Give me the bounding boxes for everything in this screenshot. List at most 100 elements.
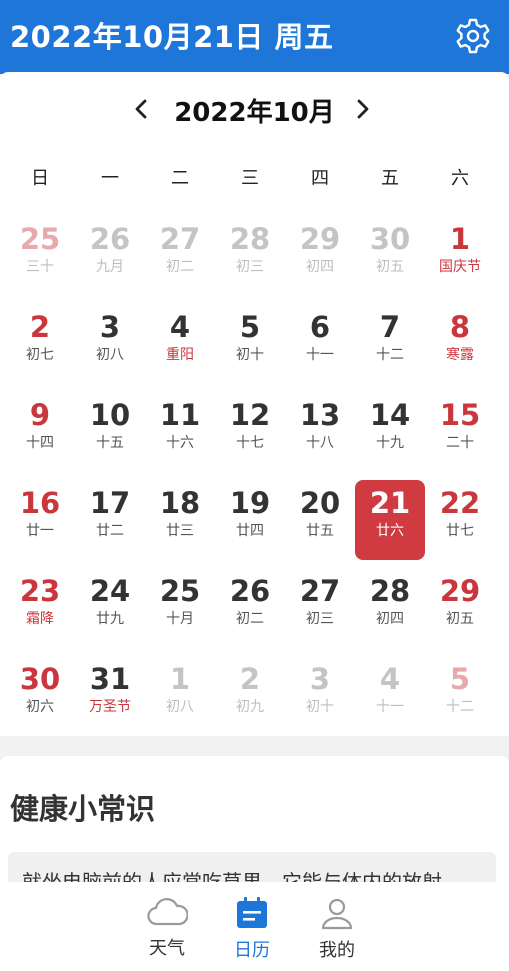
tab-weather[interactable]: 天气: [127, 896, 207, 966]
app-header: 2022年10月21日 周五: [0, 0, 509, 74]
calendar-day[interactable]: 26 初二: [215, 568, 285, 648]
day-number: 26: [229, 574, 271, 608]
calendar-day[interactable]: 5 十二: [425, 656, 495, 736]
day-number: 1: [449, 222, 471, 256]
calendar-day[interactable]: 29 初四: [285, 216, 355, 296]
weekday-header: 日 一 二 三 四 五 六: [0, 164, 509, 194]
calendar-day[interactable]: 2 初七: [5, 304, 75, 384]
calendar-day[interactable]: 24 廿九: [75, 568, 145, 648]
calendar-day[interactable]: 8 寒露: [425, 304, 495, 384]
calendar-day[interactable]: 29 初五: [425, 568, 495, 648]
calendar-icon: [237, 897, 267, 928]
lunar-date: 万圣节: [89, 699, 131, 715]
lunar-date: 重阳: [166, 347, 194, 363]
day-number: 12: [229, 398, 271, 432]
calendar-day[interactable]: 26 九月: [75, 216, 145, 296]
tab-calendar[interactable]: 日历: [212, 896, 292, 966]
day-number: 29: [439, 574, 481, 608]
gear-icon[interactable]: [453, 16, 493, 56]
calendar-day[interactable]: 3 初十: [285, 656, 355, 736]
month-label: 2022年10月: [174, 98, 335, 128]
weekday-label: 一: [101, 168, 119, 189]
calendar-day[interactable]: 16 廿一: [5, 480, 75, 560]
chevron-right-icon[interactable]: [346, 90, 380, 128]
calendar-day[interactable]: 20 廿五: [285, 480, 355, 560]
calendar-day[interactable]: 1 国庆节: [425, 216, 495, 296]
calendar-day[interactable]: 28 初四: [355, 568, 425, 648]
day-number: 8: [449, 310, 471, 344]
calendar-day[interactable]: 14 十九: [355, 392, 425, 472]
tab-profile[interactable]: 我的: [297, 896, 377, 966]
calendar-day[interactable]: 27 初三: [285, 568, 355, 648]
weekday-label: 六: [451, 168, 469, 189]
day-number: 2: [239, 662, 261, 696]
lunar-date: 初十: [306, 699, 334, 715]
lunar-date: 初三: [306, 611, 334, 627]
day-number: 18: [159, 486, 201, 520]
lunar-date: 初二: [236, 611, 264, 627]
day-number: 29: [299, 222, 341, 256]
day-number: 15: [439, 398, 481, 432]
lunar-date: 国庆节: [439, 259, 481, 275]
day-number: 28: [229, 222, 271, 256]
calendar-day[interactable]: 30 初五: [355, 216, 425, 296]
weekday-label: 四: [311, 168, 329, 189]
day-number: 30: [369, 222, 411, 256]
day-number: 25: [19, 222, 61, 256]
calendar-day[interactable]: 11 十六: [145, 392, 215, 472]
day-number: 22: [439, 486, 481, 520]
calendar-day[interactable]: 6 十一: [285, 304, 355, 384]
calendar-day[interactable]: 10 十五: [75, 392, 145, 472]
calendar-day[interactable]: 19 廿四: [215, 480, 285, 560]
calendar-day[interactable]: 4 重阳: [145, 304, 215, 384]
weekday-label: 日: [31, 168, 49, 189]
calendar-day[interactable]: 25 十月: [145, 568, 215, 648]
calendar-day[interactable]: 17 廿二: [75, 480, 145, 560]
calendar-day[interactable]: 2 初九: [215, 656, 285, 736]
lunar-date: 十四: [26, 435, 54, 451]
calendar-day[interactable]: 3 初八: [75, 304, 145, 384]
day-number: 27: [159, 222, 201, 256]
lunar-date: 十二: [376, 347, 404, 363]
lunar-date: 寒露: [446, 347, 474, 363]
lunar-date: 初七: [26, 347, 54, 363]
calendar-day[interactable]: 5 初十: [215, 304, 285, 384]
calendar-day-selected[interactable]: 21 廿六: [355, 480, 425, 560]
calendar-day[interactable]: 12 十七: [215, 392, 285, 472]
day-number: 9: [29, 398, 51, 432]
day-number: 5: [449, 662, 471, 696]
calendar-day[interactable]: 31 万圣节: [75, 656, 145, 736]
calendar-day[interactable]: 22 廿七: [425, 480, 495, 560]
day-number: 21: [369, 486, 411, 520]
lunar-date: 十月: [166, 611, 194, 627]
calendar-day[interactable]: 13 十八: [285, 392, 355, 472]
day-number: 1: [169, 662, 191, 696]
calendar-day[interactable]: 23 霜降: [5, 568, 75, 648]
day-number: 31: [89, 662, 131, 696]
day-number: 13: [299, 398, 341, 432]
calendar-day[interactable]: 27 初二: [145, 216, 215, 296]
day-number: 19: [229, 486, 271, 520]
calendar-day[interactable]: 15 二十: [425, 392, 495, 472]
day-number: 4: [169, 310, 191, 344]
tab-label: 天气: [149, 938, 185, 959]
calendar-day[interactable]: 4 十一: [355, 656, 425, 736]
day-number: 2: [29, 310, 51, 344]
lunar-date: 十七: [236, 435, 264, 451]
lunar-date: 廿四: [236, 523, 264, 539]
calendar-day[interactable]: 18 廿三: [145, 480, 215, 560]
calendar-day[interactable]: 7 十二: [355, 304, 425, 384]
calendar-day[interactable]: 1 初八: [145, 656, 215, 736]
lunar-date: 廿六: [376, 523, 404, 539]
month-navigator: 2022年10月: [0, 72, 509, 146]
calendar-day[interactable]: 25 三十: [5, 216, 75, 296]
calendar-day[interactable]: 9 十四: [5, 392, 75, 472]
lunar-date: 十八: [306, 435, 334, 451]
lunar-date: 初十: [236, 347, 264, 363]
day-number: 3: [99, 310, 121, 344]
weekday-label: 三: [241, 168, 259, 189]
calendar-day[interactable]: 30 初六: [5, 656, 75, 736]
day-number: 20: [299, 486, 341, 520]
lunar-date: 三十: [26, 259, 54, 275]
calendar-day[interactable]: 28 初三: [215, 216, 285, 296]
